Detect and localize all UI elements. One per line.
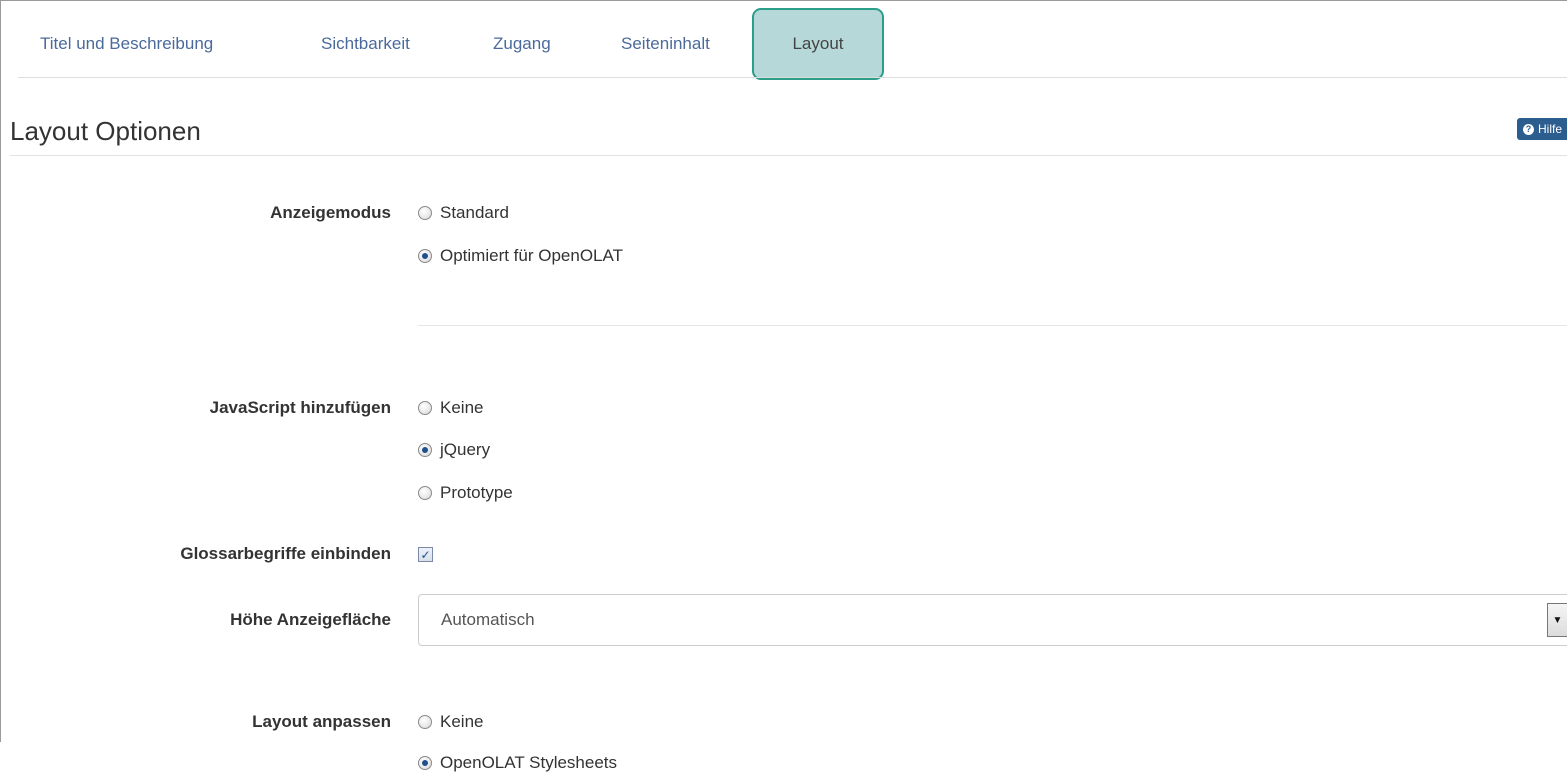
tab-layout-label: Layout bbox=[792, 34, 844, 53]
radio-javascript-jquery[interactable]: jQuery bbox=[418, 440, 490, 460]
radio-label: Standard bbox=[440, 203, 509, 222]
tab-titel-und-beschreibung[interactable]: Titel und Beschreibung bbox=[40, 34, 213, 54]
height-select-value: Automatisch bbox=[441, 610, 535, 629]
question-circle-icon: ? bbox=[1523, 123, 1534, 135]
radio-button-selected[interactable] bbox=[418, 249, 432, 263]
radio-button-selected[interactable] bbox=[418, 756, 432, 770]
tab-layout[interactable]: Layout bbox=[752, 8, 884, 80]
radio-label: jQuery bbox=[440, 440, 491, 459]
help-button[interactable]: ? Hilfe bbox=[1517, 118, 1567, 140]
radio-label: Keine bbox=[440, 398, 484, 417]
radio-button[interactable] bbox=[418, 401, 432, 415]
tab-divider bbox=[18, 77, 1567, 78]
radio-button[interactable] bbox=[418, 715, 432, 729]
radio-label: Optimiert für OpenOLAT bbox=[440, 246, 623, 265]
glossary-label: Glossarbegriffe einbinden bbox=[180, 544, 391, 563]
radio-javascript-keine[interactable]: Keine bbox=[418, 398, 483, 418]
height-label: Höhe Anzeigefläche bbox=[230, 610, 391, 629]
radio-label: Keine bbox=[440, 712, 484, 731]
radio-javascript-prototype[interactable]: Prototype bbox=[418, 483, 513, 503]
page-title: Layout Optionen bbox=[10, 116, 201, 146]
section-divider bbox=[418, 325, 1567, 326]
tab-sichtbarkeit[interactable]: Sichtbarkeit bbox=[321, 34, 410, 54]
radio-layout-openolat-stylesheets[interactable]: OpenOLAT Stylesheets bbox=[418, 753, 617, 773]
glossary-checkbox[interactable]: ✓ bbox=[418, 547, 433, 562]
tab-bar: Titel und Beschreibung Sichtbarkeit Zuga… bbox=[0, 0, 1567, 80]
height-select[interactable]: Automatisch bbox=[418, 594, 1567, 646]
radio-button[interactable] bbox=[418, 486, 432, 500]
help-button-label: Hilfe bbox=[1538, 122, 1563, 136]
javascript-label: JavaScript hinzufügen bbox=[209, 398, 391, 417]
radio-layout-keine[interactable]: Keine bbox=[418, 712, 483, 732]
radio-button-selected[interactable] bbox=[418, 443, 432, 457]
chevron-down-icon[interactable]: ▼ bbox=[1547, 603, 1567, 637]
display-mode-label: Anzeigemodus bbox=[270, 203, 391, 222]
radio-button[interactable] bbox=[418, 206, 432, 220]
layout-customize-label: Layout anpassen bbox=[252, 712, 391, 731]
tab-zugang[interactable]: Zugang bbox=[493, 34, 551, 54]
radio-label: Prototype bbox=[440, 483, 513, 502]
check-icon: ✓ bbox=[420, 547, 431, 562]
tab-seiteninhalt[interactable]: Seiteninhalt bbox=[621, 34, 710, 54]
header-divider bbox=[10, 155, 1567, 156]
radio-label: OpenOLAT Stylesheets bbox=[440, 753, 618, 772]
radio-display-mode-standard[interactable]: Standard bbox=[418, 203, 509, 223]
radio-display-mode-optimized[interactable]: Optimiert für OpenOLAT bbox=[418, 246, 623, 266]
